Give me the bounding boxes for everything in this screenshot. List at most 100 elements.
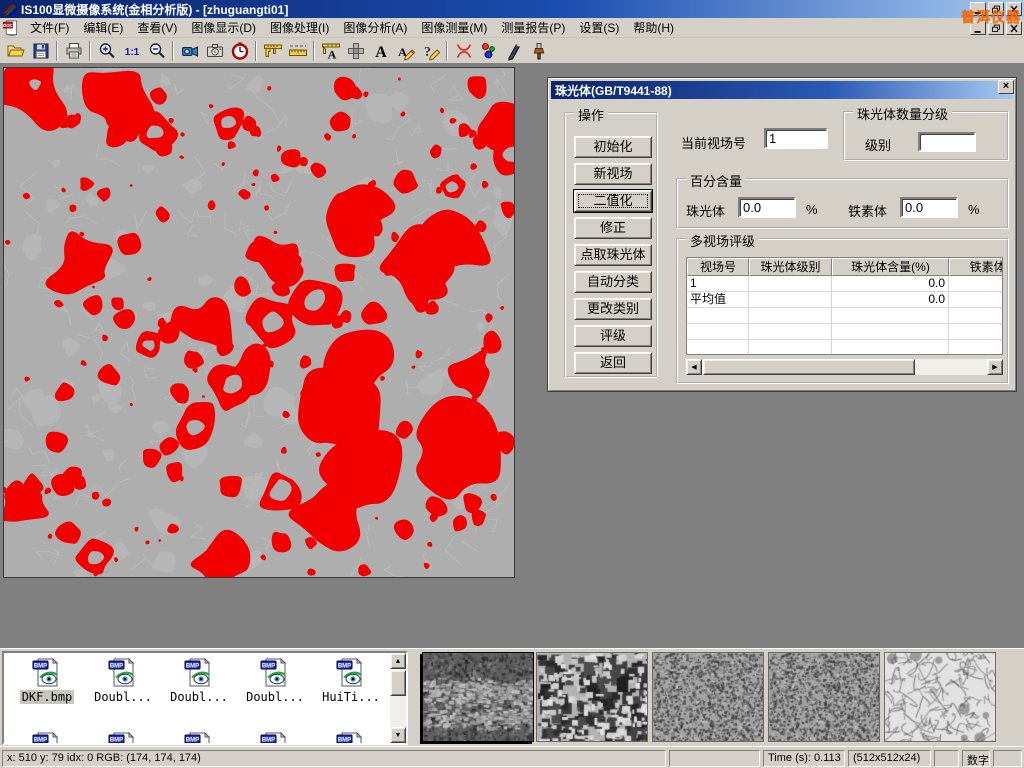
file-name[interactable]: DKF.bmp [20, 690, 75, 704]
window-title: IS100显微摄像系统(金相分析版) - [zhuguangti01] [21, 1, 288, 18]
window-controls [970, 2, 1022, 16]
particles-icon[interactable] [476, 39, 501, 63]
file-scrollbar[interactable]: ▲ ▼ [390, 653, 406, 743]
pen-tool-icon[interactable] [501, 39, 526, 63]
status-empty-3 [993, 750, 1022, 767]
file-item-3[interactable]: BMPDoubl... [238, 657, 312, 704]
thumbnail-1[interactable] [536, 652, 648, 742]
file-name[interactable]: Doubl... [92, 690, 154, 704]
ruler-icon[interactable] [285, 39, 310, 63]
text-tool-icon[interactable]: A [368, 39, 393, 63]
rate-button[interactable]: 评级 [574, 325, 652, 347]
rating-table[interactable]: 视场号珠光体级别珠光体含量(%)铁素体含量(%)10.0平均值0.0 [686, 257, 1003, 355]
dialog-title-bar[interactable]: 珠光体(GB/T9441-88) [551, 81, 1013, 99]
table-cell [949, 308, 1003, 324]
measure-text-icon[interactable]: A [318, 39, 343, 63]
ferrite-label: 铁素体 [848, 201, 887, 220]
grade-input[interactable] [918, 132, 976, 152]
video-camera-icon[interactable] [177, 39, 202, 63]
file-scroll-down-button[interactable]: ▼ [390, 727, 406, 743]
current-field-input[interactable] [764, 128, 828, 149]
mdi-minimize-button[interactable] [970, 21, 986, 35]
file-item-1[interactable]: BMPDoubl... [86, 657, 160, 704]
menu-item-1[interactable]: 编辑(E) [76, 17, 130, 38]
open-folder-icon[interactable] [3, 39, 28, 63]
minimize-button[interactable] [970, 2, 986, 16]
dialog-close-button[interactable]: × [998, 80, 1014, 94]
table-row[interactable] [687, 324, 1002, 340]
zoom-in-icon[interactable] [94, 39, 119, 63]
restore-button[interactable] [988, 2, 1004, 16]
auto-classify-button[interactable]: 自动分类 [574, 271, 652, 293]
menu-item-3[interactable]: 图像显示(D) [184, 17, 263, 38]
menu-item-7[interactable]: 测量报告(P) [494, 17, 572, 38]
micrograph-binarized-image[interactable] [3, 67, 515, 578]
thumbnail-2[interactable] [652, 652, 764, 742]
brush-icon[interactable] [526, 39, 551, 63]
table-row[interactable]: 10.0 [687, 276, 1002, 292]
document-icon[interactable]: DOC [2, 19, 19, 36]
table-header-3[interactable]: 铁素体含量(%) [949, 258, 1003, 276]
menu-items: 文件(F)编辑(E)查看(V)图像显示(D)图像处理(I)图像分析(A)图像测量… [23, 17, 681, 38]
file-item-4[interactable]: BMPHuiTi... [314, 657, 388, 704]
scroll-thumb[interactable] [703, 359, 915, 375]
zoom-out-icon[interactable] [144, 39, 169, 63]
thumbnail-3[interactable] [768, 652, 880, 742]
help-edit-icon[interactable]: ? [418, 39, 443, 63]
file-name[interactable]: HuiTi... [320, 690, 382, 704]
ferrite-percent-input[interactable] [900, 197, 958, 218]
file-item-row2-1[interactable]: BMP [86, 731, 160, 745]
correct-button[interactable]: 修正 [574, 217, 652, 239]
save-icon[interactable] [28, 39, 53, 63]
thumbnail-0[interactable] [422, 652, 534, 742]
file-item-row2-4[interactable]: BMP [314, 731, 388, 745]
curve-tool-icon[interactable] [451, 39, 476, 63]
table-header-1[interactable]: 珠光体级别 [749, 258, 832, 276]
grid-tool-icon[interactable] [343, 39, 368, 63]
caliper-icon[interactable] [260, 39, 285, 63]
table-horizontal-scrollbar[interactable]: ◀ ▶ [686, 359, 1003, 375]
file-item-row2-3[interactable]: BMP [238, 731, 312, 745]
table-header-0[interactable]: 视场号 [687, 258, 749, 276]
table-row[interactable]: 平均值0.0 [687, 292, 1002, 308]
binarize-button[interactable]: 二值化 [574, 190, 652, 212]
change-class-button[interactable]: 更改类别 [574, 298, 652, 320]
actual-size-icon[interactable]: 1:1 [119, 39, 144, 63]
annotate-icon[interactable]: A [393, 39, 418, 63]
pearlite-percent-input[interactable] [738, 197, 796, 218]
file-scroll-up-button[interactable]: ▲ [390, 653, 406, 669]
file-item-2[interactable]: BMPDoubl... [162, 657, 236, 704]
timer-icon[interactable] [227, 39, 252, 63]
file-item-0[interactable]: BMPDKF.bmp [10, 657, 84, 704]
print-icon[interactable] [61, 39, 86, 63]
menu-item-5[interactable]: 图像分析(A) [336, 17, 414, 38]
table-row[interactable] [687, 308, 1002, 324]
menu-item-4[interactable]: 图像处理(I) [263, 17, 336, 38]
camera-icon[interactable] [202, 39, 227, 63]
table-header-2[interactable]: 珠光体含量(%) [832, 258, 949, 276]
file-scroll-thumb[interactable] [390, 670, 406, 696]
file-item-row2-2[interactable]: BMP [162, 731, 236, 745]
new-field-button[interactable]: 新视场 [574, 163, 652, 185]
rating-group-label: 多视场评级 [686, 231, 759, 250]
mdi-close-button[interactable] [1006, 21, 1022, 35]
percent-group: 百分含量 珠光体 % 铁素体 % [676, 178, 1009, 229]
menu-item-0[interactable]: 文件(F) [23, 17, 76, 38]
table-cell [687, 324, 749, 340]
menu-item-9[interactable]: 帮助(H) [626, 17, 681, 38]
file-name[interactable]: Doubl... [244, 690, 306, 704]
return-button[interactable]: 返回 [574, 352, 652, 374]
pick-pearlite-button[interactable]: 点取珠光体 [574, 244, 652, 266]
menu-item-6[interactable]: 图像测量(M) [414, 17, 494, 38]
scroll-left-button[interactable]: ◀ [686, 359, 702, 375]
init-button[interactable]: 初始化 [574, 136, 652, 158]
table-row[interactable] [687, 340, 1002, 355]
mdi-restore-button[interactable] [988, 21, 1004, 35]
menu-item-2[interactable]: 查看(V) [130, 17, 184, 38]
file-name[interactable]: Doubl... [168, 690, 230, 704]
file-item-row2-0[interactable]: BMP [10, 731, 84, 745]
thumbnail-4[interactable] [884, 652, 996, 742]
close-button[interactable] [1006, 2, 1022, 16]
scroll-right-button[interactable]: ▶ [987, 359, 1003, 375]
menu-item-8[interactable]: 设置(S) [572, 17, 626, 38]
